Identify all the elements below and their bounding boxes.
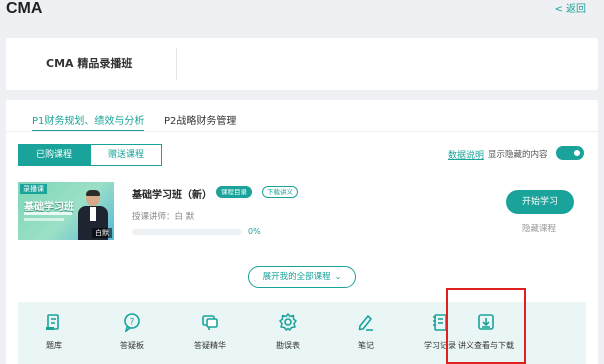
expand-label: 展开我的全部课程 — [262, 272, 331, 282]
thumbnail-teacher-name: 白默 — [92, 228, 112, 238]
tool-bar: 题库 ? 答疑板 答疑精华 勘误表 笔记 学习记录 讲义查看与下载 — [18, 288, 586, 364]
tool-question-bank[interactable]: 题库 — [22, 302, 86, 364]
course-catalog-badge[interactable]: 课程目录 — [216, 186, 252, 198]
tab-p2[interactable]: P2战略财务管理 — [164, 112, 236, 127]
divider — [176, 48, 177, 80]
tool-qa-board[interactable]: ? 答疑板 — [100, 302, 164, 364]
segment-gifted[interactable]: 赠送课程 — [90, 144, 162, 166]
hide-course-link[interactable]: 隐藏课程 — [522, 222, 556, 234]
toggle-knob — [572, 148, 582, 158]
tool-label: 笔记 — [358, 341, 374, 350]
thumbnail-decor — [24, 212, 72, 215]
svg-text:?: ? — [130, 318, 135, 328]
tool-notes[interactable]: 笔记 — [334, 302, 398, 364]
top-bar: CMA < 返回 — [0, 0, 604, 26]
qa-highlights-icon — [202, 315, 218, 330]
show-hidden-toggle[interactable] — [556, 146, 584, 160]
thumbnail-decor — [24, 218, 64, 221]
start-learning-button[interactable]: 开始学习 — [506, 190, 574, 214]
download-handout-badge[interactable]: 下载讲义 — [262, 186, 298, 198]
tool-qa-highlights[interactable]: 答疑精华 — [178, 302, 242, 364]
lesson-title: 基础学习班（新） — [132, 190, 212, 201]
course-header-card: CMA 精品录播班 — [6, 38, 598, 90]
progress-bar — [132, 229, 242, 235]
chevron-down-icon: ⌄ — [334, 272, 342, 281]
tool-label: 题库 — [46, 341, 62, 350]
course-panel: P1财务规划、绩效与分析 P2战略财务管理 已购课程 赠送课程 数据说明 显示隐… — [6, 100, 598, 364]
data-description-link[interactable]: 数据说明 — [448, 148, 484, 161]
segment-purchased[interactable]: 已购课程 — [18, 144, 90, 166]
tool-label: 答疑板 — [120, 341, 144, 350]
back-link[interactable]: < 返回 — [554, 0, 586, 15]
tool-label: 答疑精华 — [194, 341, 226, 350]
handout-download-icon — [478, 314, 494, 330]
qa-board-icon: ? — [124, 313, 140, 332]
progress-percent: 0% — [248, 227, 261, 236]
tool-label: 勘误表 — [276, 341, 300, 350]
question-bank-icon — [46, 314, 59, 330]
tab-p1[interactable]: P1财务规划、绩效与分析 — [32, 112, 144, 127]
errata-icon — [279, 313, 297, 331]
expand-all-courses-button[interactable]: 展开我的全部课程 ⌄ — [248, 266, 356, 288]
notes-icon — [358, 315, 373, 331]
page-title: CMA — [6, 0, 43, 17]
thumbnail-title: 基础学习班 — [24, 202, 74, 213]
course-thumbnail[interactable]: 录播课 基础学习班 白默 — [18, 182, 114, 240]
lecturer-text: 授课讲师：白 默 — [132, 212, 195, 222]
show-hidden-label: 显示隐藏的内容 — [488, 150, 548, 160]
course-name: CMA 精品录播班 — [46, 57, 133, 70]
thumbnail-tag: 录播课 — [20, 184, 47, 194]
divider — [6, 131, 598, 132]
tool-errata[interactable]: 勘误表 — [256, 302, 320, 364]
tool-label: 讲义查看与下载 — [458, 341, 514, 350]
tool-handout-download[interactable]: 讲义查看与下载 — [446, 288, 526, 364]
